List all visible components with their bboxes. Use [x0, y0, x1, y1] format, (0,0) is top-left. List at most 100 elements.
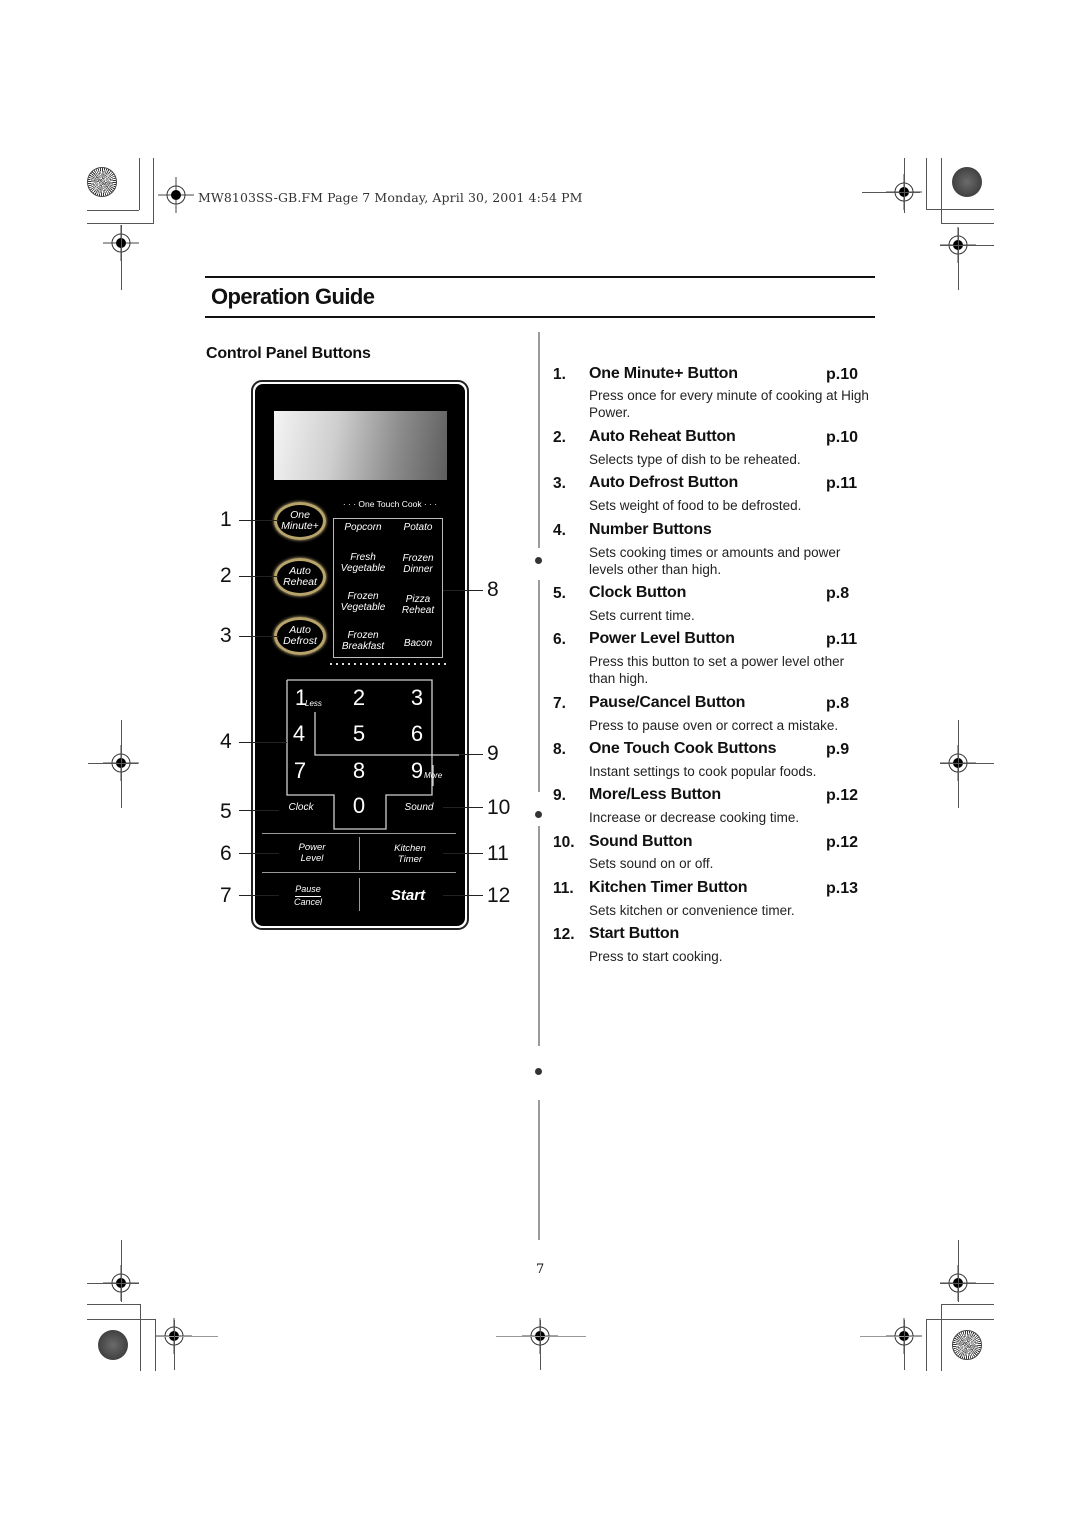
color-rosette-icon: [952, 1330, 982, 1360]
number-key-5[interactable]: 5: [344, 722, 374, 746]
key-label: 7: [293, 758, 307, 783]
crop-line: [940, 245, 994, 246]
auto-reheat-button[interactable]: Auto Reheat: [274, 558, 326, 596]
clock-button[interactable]: Clock: [282, 802, 320, 813]
auto-defrost-button[interactable]: Auto Defrost: [274, 617, 326, 655]
item-number: 1.: [553, 366, 566, 383]
number-key-4[interactable]: 4: [284, 722, 314, 746]
callout-12: 12: [487, 884, 511, 907]
potato-button[interactable]: Potato: [391, 522, 445, 534]
item-title: Auto Defrost Button: [589, 474, 739, 491]
button-label: Sound: [404, 802, 434, 813]
button-label: Dinner: [403, 563, 433, 575]
section-title: Control Panel Buttons: [206, 345, 371, 362]
item-page-ref: p.10: [826, 366, 859, 383]
crop-line: [860, 1336, 920, 1337]
crop-line: [958, 1240, 959, 1302]
pizza-reheat-button[interactable]: Pizza Reheat: [391, 594, 445, 616]
callout-line: [239, 576, 279, 577]
crop-line: [941, 1304, 942, 1371]
divider-dot: [535, 811, 542, 818]
item-title: One Minute+ Button: [589, 365, 738, 382]
crop-line: [926, 1319, 994, 1320]
callout-line: [443, 590, 483, 591]
fresh-vegetable-button[interactable]: Fresh Vegetable: [336, 552, 390, 574]
power-level-button[interactable]: Power Level: [287, 842, 337, 864]
crop-line: [904, 158, 905, 213]
number-key-8[interactable]: 8: [344, 759, 374, 783]
page-number: 7: [536, 1262, 545, 1277]
panel-separator: [262, 872, 456, 873]
item-page-ref: p.9: [826, 741, 850, 758]
item-description: Sets sound on or off.: [589, 856, 714, 871]
frozen-vegetable-button[interactable]: Frozen Vegetable: [336, 591, 390, 613]
button-label: Breakfast: [341, 640, 385, 652]
crop-line: [158, 1336, 218, 1337]
item-page-ref: p.11: [826, 475, 858, 492]
item-title: Sound Button: [589, 833, 693, 850]
color-rosette-icon: [98, 1330, 128, 1360]
bacon-button[interactable]: Bacon: [391, 638, 445, 650]
item-number: 4.: [553, 522, 566, 539]
one-minute-plus-button[interactable]: One Minute+: [274, 502, 326, 540]
page-title: Operation Guide: [211, 284, 375, 309]
callout-10: 10: [487, 796, 511, 819]
callout-line: [239, 742, 287, 743]
button-label: Start: [390, 887, 426, 904]
kitchen-timer-button[interactable]: Kitchen Timer: [383, 843, 437, 865]
start-button[interactable]: Start: [380, 887, 436, 905]
item-page-ref: p.13: [826, 880, 859, 897]
item-title: Auto Reheat Button: [589, 428, 736, 445]
divider-segment: [538, 1100, 540, 1240]
callout-3: 3: [220, 624, 232, 647]
less-label: Less: [305, 699, 322, 708]
divider-segment: [538, 826, 540, 1046]
item-title: More/Less Button: [589, 786, 721, 803]
crop-line: [140, 1304, 141, 1371]
file-header-stamp: MW8103SS-GB.FM Page 7 Monday, April 30, …: [198, 190, 583, 205]
number-key-7[interactable]: 7: [285, 759, 315, 783]
button-label: Power: [298, 842, 326, 853]
crop-line: [941, 223, 994, 224]
number-key-6[interactable]: 6: [402, 722, 432, 746]
pause-cancel-button[interactable]: Pause Cancel: [283, 884, 333, 908]
item-number: 9.: [553, 787, 566, 804]
item-description: Press this button to set a power level o…: [589, 654, 845, 686]
callout-7: 7: [220, 884, 232, 907]
frozen-dinner-button[interactable]: Frozen Dinner: [391, 553, 445, 575]
sound-button[interactable]: Sound: [397, 802, 441, 813]
number-key-2[interactable]: 2: [344, 686, 374, 710]
title-rule-bottom: [205, 316, 875, 318]
crop-line: [540, 1320, 541, 1370]
item-title: Number Buttons: [589, 521, 712, 538]
item-description: Press once for every minute of cooking a…: [589, 388, 869, 420]
color-rosette-icon: [952, 167, 982, 197]
callout-line: [443, 853, 483, 854]
callout-line: [239, 810, 279, 811]
one-touch-cook-header: · · · One Touch Cook · · ·: [342, 499, 438, 509]
panel-separator: [359, 878, 360, 911]
crop-line: [153, 158, 154, 223]
divider-dot: [535, 557, 542, 564]
button-label: Defrost: [283, 635, 317, 647]
crop-line: [121, 225, 122, 290]
callout-1: 1: [220, 508, 232, 531]
callout-line: [443, 895, 483, 896]
crop-line: [926, 158, 927, 210]
number-key-0[interactable]: 0: [344, 794, 374, 818]
button-label: Popcorn: [344, 522, 382, 533]
crop-line: [496, 1336, 586, 1337]
item-title: Kitchen Timer Button: [589, 879, 748, 896]
item-description: Press to start cooking.: [589, 949, 723, 964]
button-label: Frozen: [347, 630, 379, 641]
crop-line: [940, 763, 994, 764]
item-description: Press to pause oven or correct a mistake…: [589, 718, 839, 733]
button-label: Level: [300, 853, 324, 864]
crop-line: [926, 209, 994, 210]
crop-line: [174, 1320, 175, 1370]
crop-line: [958, 228, 959, 290]
frozen-breakfast-button[interactable]: Frozen Breakfast: [336, 630, 390, 652]
key-label: 6: [410, 721, 424, 746]
number-key-3[interactable]: 3: [402, 686, 432, 710]
popcorn-button[interactable]: Popcorn: [336, 522, 390, 534]
